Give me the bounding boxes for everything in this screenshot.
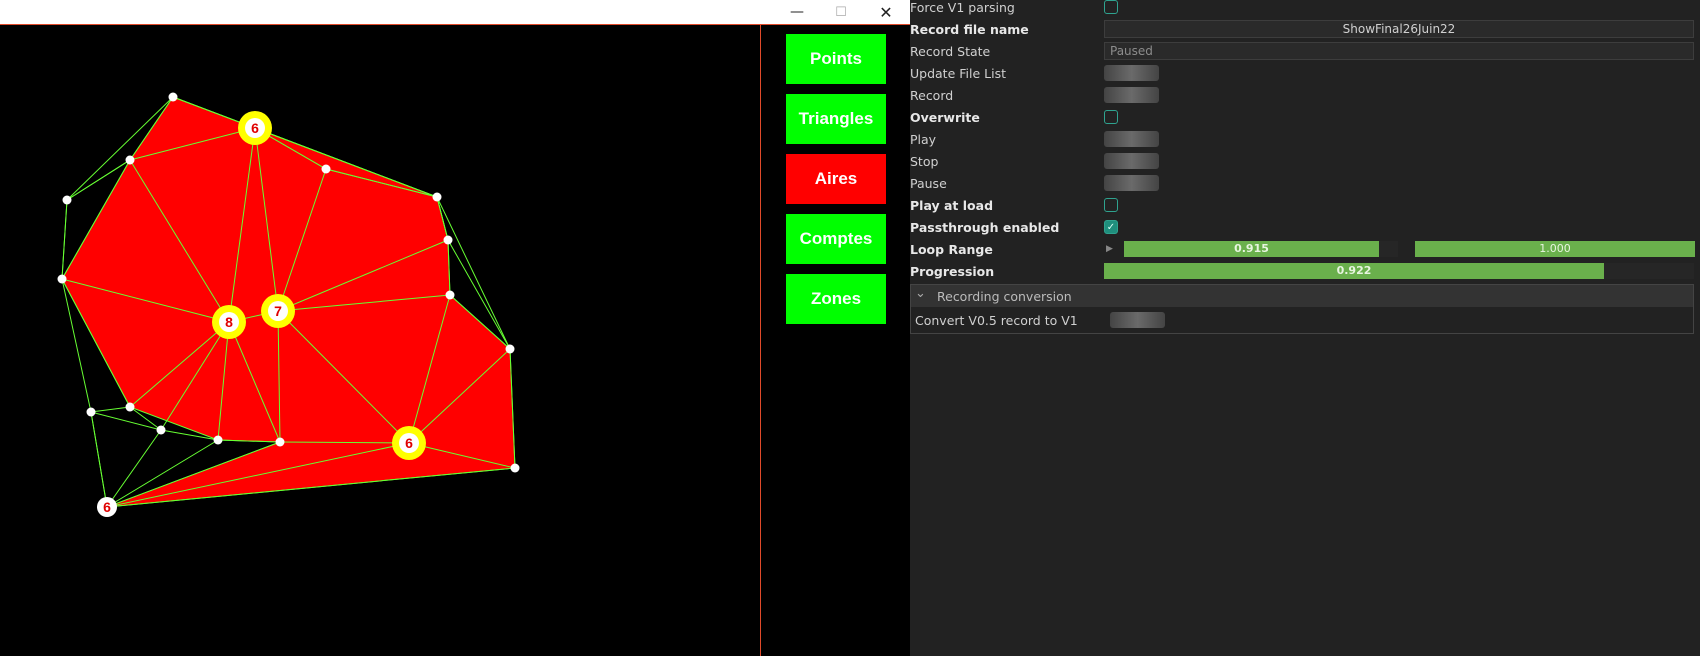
record-state-field: Paused <box>1104 42 1694 60</box>
overwrite-checkbox[interactable] <box>1104 110 1118 124</box>
convert-label: Convert V0.5 record to V1 <box>915 312 1078 328</box>
record-button[interactable] <box>1104 87 1159 103</box>
recording-conversion-title: Recording conversion <box>937 288 1072 304</box>
record-file-name-label: Record file name <box>910 21 1029 37</box>
record-label: Record <box>910 87 954 103</box>
record-state-label: Record State <box>910 43 991 59</box>
chevron-down-icon: ⌄ <box>915 285 926 301</box>
points-button[interactable]: Points <box>786 34 886 84</box>
close-button[interactable]: ✕ <box>864 0 908 24</box>
force-v1-checkbox[interactable] <box>1104 0 1118 14</box>
loop-range-end-slider[interactable]: 1.000 <box>1415 241 1695 257</box>
play-at-load-checkbox[interactable] <box>1104 198 1118 212</box>
passthrough-checkbox[interactable]: ✓ <box>1104 220 1118 234</box>
stop-label: Stop <box>910 153 939 169</box>
loop-range-end-value: 1.000 <box>1539 242 1571 255</box>
loop-range-arrow-icon[interactable]: ▶ <box>1106 244 1113 254</box>
play-at-load-label: Play at load <box>910 197 994 213</box>
play-button[interactable] <box>1104 131 1159 147</box>
pause-label: Pause <box>910 175 947 191</box>
comptes-button[interactable]: Comptes <box>786 214 886 264</box>
record-file-name-input[interactable]: ShowFinal26Juin22 <box>1104 20 1694 38</box>
recording-conversion-section: ⌄ Recording conversion Convert V0.5 reco… <box>910 284 1694 334</box>
count-label: 6 <box>405 435 413 451</box>
loop-range-start-slider[interactable]: 0.915 <box>1124 241 1398 257</box>
zones-button[interactable]: Zones <box>786 274 886 324</box>
progression-bar[interactable]: 0.922 <box>1104 263 1694 279</box>
minimize-button[interactable]: — <box>775 0 819 24</box>
recording-conversion-header[interactable]: ⌄ Recording conversion <box>911 285 1693 307</box>
progression-value: 0.922 <box>1336 264 1372 277</box>
count-label: 6 <box>103 499 111 515</box>
panel-divider <box>760 25 761 656</box>
count-label: 8 <box>225 314 233 330</box>
progression-label: Progression <box>910 263 995 279</box>
window-titlebar: — ☐ ✕ <box>0 0 910 25</box>
update-file-list-button[interactable] <box>1104 65 1159 81</box>
force-v1-label: Force V1 parsing <box>910 0 1015 15</box>
loop-range-start-value: 0.915 <box>1234 242 1269 255</box>
count-node: 8 <box>212 305 246 339</box>
triangulation-canvas[interactable]: 6 8 7 6 6 <box>0 25 760 656</box>
inspector-panel: Force V1 parsing Record file name ShowFi… <box>910 0 1700 656</box>
update-file-list-label: Update File List <box>910 65 1006 81</box>
convert-row: Convert V0.5 record to V1 <box>911 310 1693 330</box>
overwrite-label: Overwrite <box>910 109 980 125</box>
passthrough-label: Passthrough enabled <box>910 219 1060 235</box>
count-node: 6 <box>97 497 117 517</box>
count-node: 6 <box>238 111 272 145</box>
play-label: Play <box>910 131 937 147</box>
app-window: — ☐ ✕ 6 8 7 6 6 Points Triangles Aires C… <box>0 0 910 656</box>
maximize-button[interactable]: ☐ <box>819 0 863 24</box>
count-node: 6 <box>392 426 426 460</box>
count-label: 7 <box>274 303 282 319</box>
pause-button[interactable] <box>1104 175 1159 191</box>
loop-range-label: Loop Range <box>910 241 993 257</box>
count-label: 6 <box>251 120 259 136</box>
stop-button[interactable] <box>1104 153 1159 169</box>
triangulation-drawing: 6 8 7 6 6 <box>57 92 520 517</box>
aires-button[interactable]: Aires <box>786 154 886 204</box>
convert-button[interactable] <box>1110 312 1165 328</box>
count-node: 7 <box>261 294 295 328</box>
triangles-button[interactable]: Triangles <box>786 94 886 144</box>
